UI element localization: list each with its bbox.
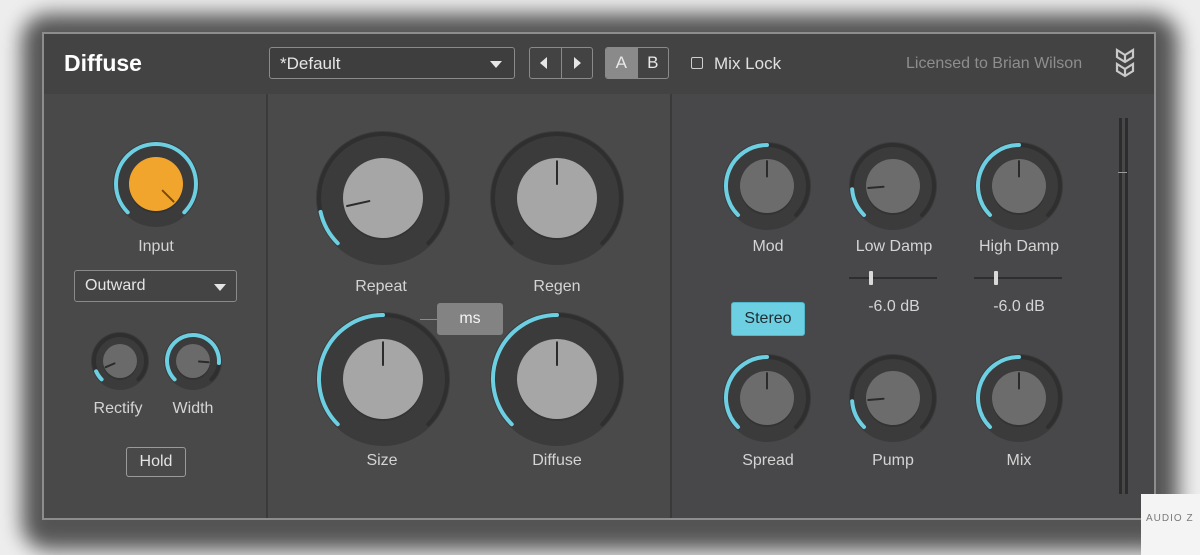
low-damp-label: Low Damp bbox=[855, 238, 933, 255]
rectify-label: Rectify bbox=[93, 400, 143, 417]
triangle-left-icon bbox=[540, 57, 547, 69]
ab-compare: A B bbox=[605, 47, 669, 79]
repeat-ms-connector bbox=[420, 319, 437, 320]
input-label: Input bbox=[138, 238, 174, 255]
pump-label: Pump bbox=[872, 452, 914, 469]
direction-select[interactable]: Outward bbox=[74, 270, 237, 302]
preset-name: *Default bbox=[280, 54, 341, 73]
diffuse-logo-icon bbox=[1115, 48, 1135, 78]
license-text: Licensed to Brian Wilson bbox=[906, 55, 1083, 72]
header-bar: Diffuse *Default A B Mix Lock Licensed t… bbox=[44, 34, 1154, 94]
high-damp-label: High Damp bbox=[978, 238, 1060, 255]
caret-down-icon bbox=[214, 284, 226, 291]
a-button[interactable]: A bbox=[606, 48, 637, 78]
watermark-box bbox=[1141, 494, 1200, 555]
mix-lock-checkbox[interactable] bbox=[691, 57, 703, 69]
previous-preset-button[interactable] bbox=[530, 48, 561, 78]
high-damp-value: -6.0 dB bbox=[993, 298, 1045, 315]
width-label: Width bbox=[172, 400, 214, 417]
caret-down-icon bbox=[490, 61, 502, 68]
high-damp-slider[interactable] bbox=[974, 277, 1062, 279]
repeat-label: Repeat bbox=[355, 278, 407, 295]
b-button[interactable]: B bbox=[636, 48, 669, 78]
hold-button[interactable]: Hold bbox=[126, 447, 186, 477]
preset-navigation bbox=[529, 47, 593, 79]
watermark-text: AUDIO Z bbox=[1146, 513, 1194, 524]
high-damp-slider-handle[interactable] bbox=[994, 271, 998, 285]
diffuse-label: Diffuse bbox=[532, 452, 582, 469]
low-damp-value: -6.0 dB bbox=[868, 298, 920, 315]
plugin-window: Diffuse *Default A B Mix Lock Licensed t… bbox=[42, 32, 1156, 520]
meter-channel-right bbox=[1125, 118, 1128, 494]
low-damp-slider[interactable] bbox=[849, 277, 937, 279]
regen-label: Regen bbox=[533, 278, 581, 295]
size-label: Size bbox=[366, 452, 398, 469]
mix-lock-label: Mix Lock bbox=[714, 54, 782, 73]
low-damp-slider-handle[interactable] bbox=[869, 271, 873, 285]
direction-value: Outward bbox=[85, 277, 146, 294]
mod-label: Mod bbox=[752, 238, 784, 255]
spread-label: Spread bbox=[742, 452, 794, 469]
preset-dropdown[interactable]: *Default bbox=[269, 47, 515, 79]
next-preset-button[interactable] bbox=[560, 48, 593, 78]
meter-channel-left bbox=[1119, 118, 1122, 494]
mix-label: Mix bbox=[1006, 452, 1032, 469]
plugin-title: Diffuse bbox=[64, 50, 142, 76]
output-meter bbox=[1118, 118, 1130, 494]
ms-sync-button[interactable]: ms bbox=[437, 303, 503, 335]
triangle-right-icon bbox=[573, 57, 581, 69]
stereo-button[interactable]: Stereo bbox=[731, 302, 805, 336]
meter-peak-marker bbox=[1118, 172, 1127, 173]
